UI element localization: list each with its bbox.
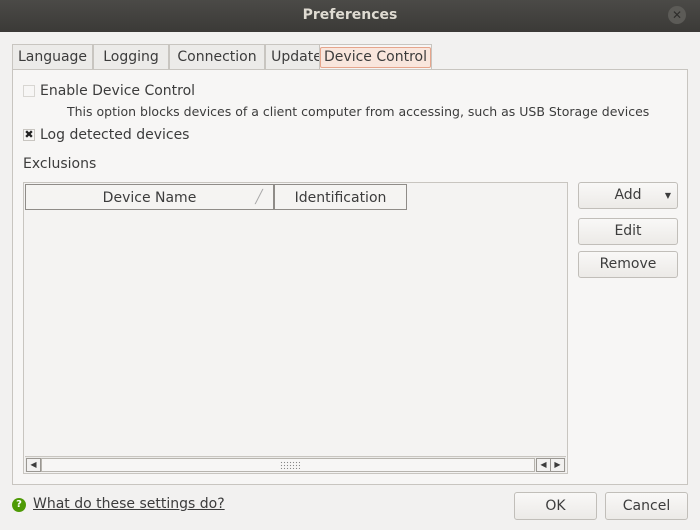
column-header-identification[interactable]: Identification [274, 184, 407, 210]
edit-button[interactable]: Edit [578, 218, 678, 245]
help-icon: ? [12, 498, 26, 512]
tab-connection[interactable]: Connection [169, 44, 265, 69]
cancel-button[interactable]: Cancel [605, 492, 688, 520]
ok-button[interactable]: OK [514, 492, 597, 520]
column-header-device-name[interactable]: Device Name ╱ [25, 184, 274, 210]
scrollbar-thumb[interactable] [41, 458, 535, 472]
scroll-left-icon[interactable]: ◀ [536, 458, 551, 472]
tab-device-control[interactable]: Device Control [319, 44, 432, 70]
sort-indicator-icon: ╱ [255, 190, 263, 205]
scroll-right-icon[interactable]: ▶ [550, 458, 565, 472]
close-icon[interactable]: ✕ [668, 6, 686, 24]
exclusions-label: Exclusions [23, 156, 97, 172]
tab-language[interactable]: Language [12, 44, 93, 69]
dropdown-arrow-icon: ▼ [664, 191, 671, 200]
scroll-left-icon[interactable]: ◀ [26, 458, 41, 472]
tab-logging[interactable]: Logging [93, 44, 169, 69]
add-button[interactable]: Add ▼ [578, 182, 678, 209]
log-detected-devices-checkbox[interactable]: ✖ [23, 129, 35, 141]
log-detected-devices-label: Log detected devices [40, 127, 190, 143]
title-bar: Preferences ✕ [0, 0, 700, 32]
window-title: Preferences [302, 7, 398, 23]
remove-button[interactable]: Remove [578, 251, 678, 278]
horizontal-scrollbar[interactable]: ◀ ◀ ▶ [25, 456, 566, 472]
exclusions-table[interactable]: Device Name ╱ Identification ◀ ◀ ▶ [23, 182, 568, 474]
enable-device-control-checkbox[interactable] [23, 85, 35, 97]
enable-device-control-label: Enable Device Control [40, 83, 196, 99]
enable-device-control-description: This option blocks devices of a client c… [67, 104, 650, 119]
grip-icon [280, 461, 300, 469]
help-link[interactable]: What do these settings do? [33, 496, 225, 512]
